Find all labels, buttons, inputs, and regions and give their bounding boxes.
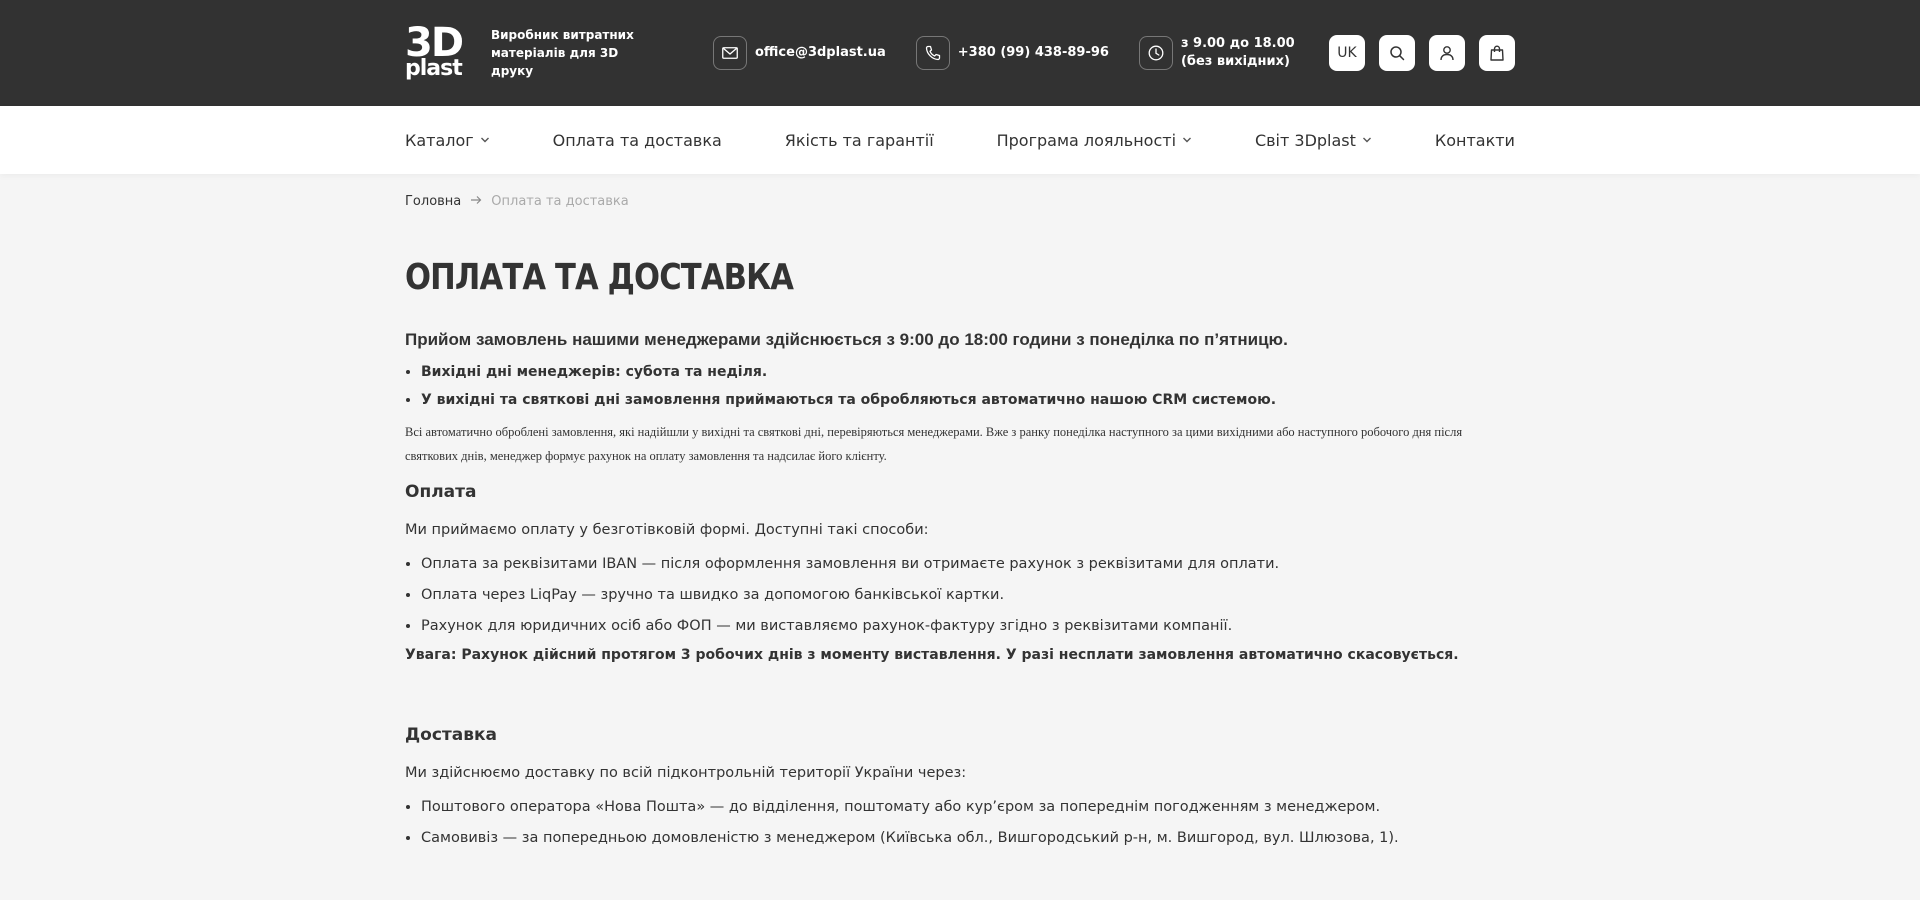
top-bar-inner: 3D plast Виробник витратних матеріалів д… [405,0,1515,106]
payment-intro: Ми приймаємо оплату у безготівковій форм… [405,522,929,538]
delivery-intro: Ми здійснюємо доставку по всій підконтро… [405,765,967,781]
chevron-down-icon [1362,137,1371,143]
phone-icon [915,36,950,70]
nav-item-contacts[interactable]: Контакти [1435,131,1515,150]
logo-tagline: Виробник витратних матеріалів для 3D дру… [491,28,634,78]
list-item: Оплата через LiqPay — зручно та швидко з… [421,587,1515,603]
breadcrumb-current: Оплата та доставка [491,194,629,209]
nav-item-label: Світ 3Dplast [1254,130,1356,150]
page-title: ОПЛАТА ТА ДОСТАВКА [405,257,794,298]
payment-heading: Оплата [405,482,477,502]
arrow-right-icon [470,194,482,209]
list-item: Оплата за реквізитами IBAN — після оформ… [421,556,1515,572]
hours-line-1: з 9.00 до 18.00 [1180,36,1295,51]
main-nav-inner: Каталог Оплата та доставка Якість та гар… [405,106,1515,174]
chevron-down-icon [480,137,489,143]
hours-text: з 9.00 до 18.00 (без вихідних) [1181,35,1295,71]
list-item: Самовивіз — за попередньою домовленістю … [421,830,1515,846]
nav-item-label: Програма лояльності [996,130,1177,150]
nav-item-loyalty[interactable]: Програма лояльності [997,131,1192,150]
delivery-methods-list: Поштового оператора «Нова Пошта» — до ві… [405,799,1515,846]
nav-item-label: Оплата та доставка [552,130,722,150]
top-bar: 3D plast Виробник витратних матеріалів д… [0,0,1920,106]
top-actions: UK [1329,35,1515,71]
nav-item-payment-delivery[interactable]: Оплата та доставка [553,131,722,150]
language-button[interactable]: UK [1329,35,1365,71]
nav-item-label: Каталог [405,130,474,150]
auto-orders-note: Всі автоматично оброблені замовлення, як… [405,425,1463,463]
list-item: Вихідні дні менеджерів: субота та неділя… [421,364,1515,380]
list-item: У вихідні та святкові дні замовлення при… [421,392,1515,408]
email-contact[interactable]: office@3dplast.ua [713,36,886,70]
clock-icon [1138,36,1173,70]
user-icon [1440,46,1454,61]
breadcrumb: Головна Оплата та доставка [405,194,1515,209]
nav-item-catalog[interactable]: Каталог [405,131,490,150]
nav-item-label: Контакти [1434,130,1515,150]
payment-warning: Увага: Рахунок дійсний протягом 3 робочи… [405,647,1459,663]
logo-small: plast [405,56,463,81]
account-button[interactable] [1429,35,1465,71]
email-text: office@3dplast.ua [755,45,886,60]
logo: 3D plast [405,20,475,81]
list-item: Поштового оператора «Нова Пошта» — до ві… [421,799,1515,815]
nav-item-quality[interactable]: Якість та гарантії [785,131,934,150]
breadcrumb-home[interactable]: Головна [405,194,461,209]
phone-contact[interactable]: +380 (99) 438-89-96 [915,36,1109,70]
lead-text: Прийом замовлень нашими менеджерами здій… [405,330,1288,349]
logo-link[interactable]: 3D plast Виробник витратних матеріалів д… [405,20,661,81]
search-button[interactable] [1379,35,1415,71]
payment-methods-list: Оплата за реквізитами IBAN — після оформ… [405,556,1515,634]
main-content: Головна Оплата та доставка ОПЛАТА ТА ДОС… [405,174,1515,861]
list-item: Рахунок для юридичних осіб або ФОП — ми … [421,618,1515,634]
nav-item-world[interactable]: Світ 3Dplast [1255,131,1372,150]
weekend-list: Вихідні дні менеджерів: субота та неділя… [405,364,1515,408]
delivery-heading: Доставка [405,725,497,745]
main-nav: Каталог Оплата та доставка Якість та гар… [0,106,1920,174]
nav-item-label: Якість та гарантії [784,130,934,150]
working-hours: з 9.00 до 18.00 (без вихідних) [1138,35,1295,71]
mail-icon [713,36,747,70]
hours-line-2: (без вихідних) [1180,54,1290,69]
chevron-down-icon [1183,137,1192,143]
cart-button[interactable] [1479,35,1515,71]
phone-text: +380 (99) 438-89-96 [957,45,1109,60]
shopping-bag-icon [1490,45,1504,61]
search-icon [1390,46,1405,61]
